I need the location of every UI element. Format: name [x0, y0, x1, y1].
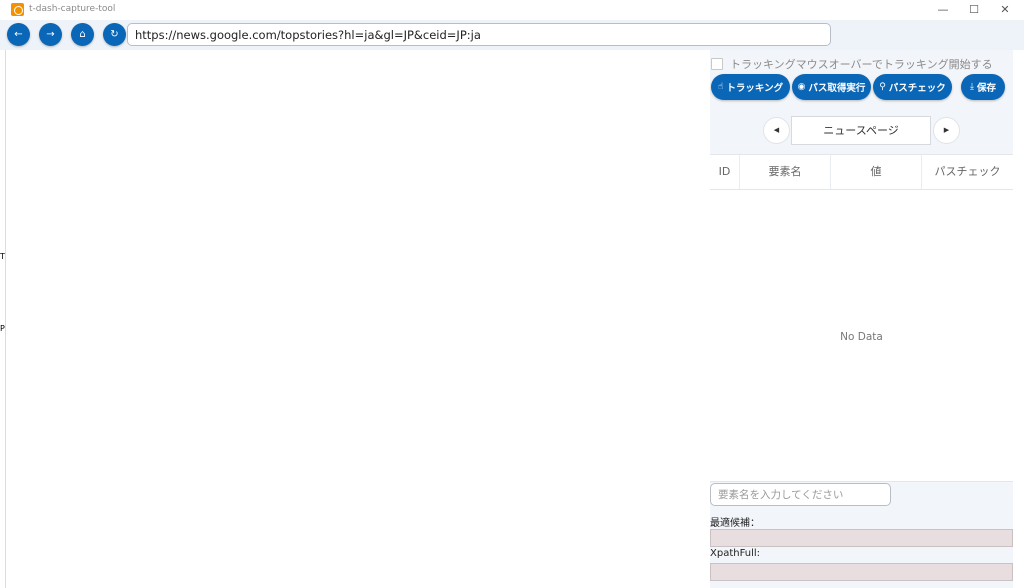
reload-button[interactable]: ↻ [103, 23, 126, 46]
column-header-element-name[interactable]: 要素名 [740, 155, 831, 189]
panel-right-margin [1013, 50, 1024, 588]
home-button[interactable]: ⌂ [71, 23, 94, 46]
back-button[interactable]: ← [7, 23, 30, 46]
reload-icon: ↻ [110, 29, 119, 40]
elements-table: ID 要素名 値 パスチェック No Data [710, 154, 1013, 482]
empty-table-message: No Data [840, 331, 883, 343]
capture-panel: トラッキングマウスオーバーでトラッキング開始する ☝ トラッキング ◉ パス取得… [710, 50, 1013, 588]
column-header-id[interactable]: ID [710, 155, 740, 189]
navigation-bar: ← → ⌂ ↻ [0, 20, 1024, 50]
save-button-label: 保存 [976, 83, 996, 94]
page-name-field[interactable]: ニュースページ [791, 116, 931, 145]
home-icon: ⌂ [79, 29, 86, 40]
eye-icon: ◉ [797, 82, 806, 92]
tracking-checkbox[interactable] [711, 58, 723, 70]
window-title: t-dash-capture-tool [29, 4, 116, 14]
left-edge-strip: T P [0, 50, 5, 588]
next-page-button[interactable]: ▶ [933, 117, 960, 144]
maximize-button[interactable]: ☐ [957, 0, 991, 20]
path-check-button-label: パスチェック [888, 83, 946, 94]
path-check-button[interactable]: ⚲ パスチェック [873, 74, 952, 100]
search-icon: ⚲ [879, 82, 886, 92]
table-header: ID 要素名 値 パスチェック [710, 155, 1013, 190]
close-button[interactable]: ✕ [988, 0, 1022, 20]
url-input[interactable] [127, 23, 831, 46]
caret-right-icon: ▶ [943, 126, 950, 134]
column-header-path-check[interactable]: パスチェック [922, 155, 1013, 189]
prev-page-button[interactable]: ◀ [763, 117, 790, 144]
hand-pointer-icon: ☝ [717, 82, 724, 92]
tracking-button-label: トラッキング [726, 83, 784, 94]
app-logo-icon [11, 3, 24, 16]
download-icon: ⤓ [970, 82, 974, 92]
tracking-checkbox-label: トラッキングマウスオーバーでトラッキング開始する [730, 58, 993, 71]
arrow-right-icon: → [46, 29, 55, 40]
best-candidate-field[interactable] [710, 529, 1013, 547]
path-get-button[interactable]: ◉ パス取得実行 [792, 74, 871, 100]
xpath-full-label: XpathFull: [710, 548, 761, 559]
save-button[interactable]: ⤓ 保存 [961, 74, 1005, 100]
path-get-button-label: パス取得実行 [808, 83, 866, 94]
forward-button[interactable]: → [39, 23, 62, 46]
minimize-button[interactable]: — [926, 0, 960, 20]
best-candidate-label: 最適候補： [710, 518, 760, 529]
tracking-checkbox-row[interactable]: トラッキングマウスオーバーでトラッキング開始する [711, 56, 993, 72]
tracking-button[interactable]: ☝ トラッキング [711, 74, 790, 100]
xpath-full-field[interactable] [710, 563, 1013, 581]
web-view[interactable] [5, 50, 711, 588]
column-header-value[interactable]: 値 [831, 155, 922, 189]
caret-left-icon: ◀ [773, 126, 780, 134]
arrow-left-icon: ← [14, 29, 23, 40]
title-bar: t-dash-capture-tool — ☐ ✕ [0, 0, 1024, 21]
element-name-input[interactable] [710, 483, 891, 506]
